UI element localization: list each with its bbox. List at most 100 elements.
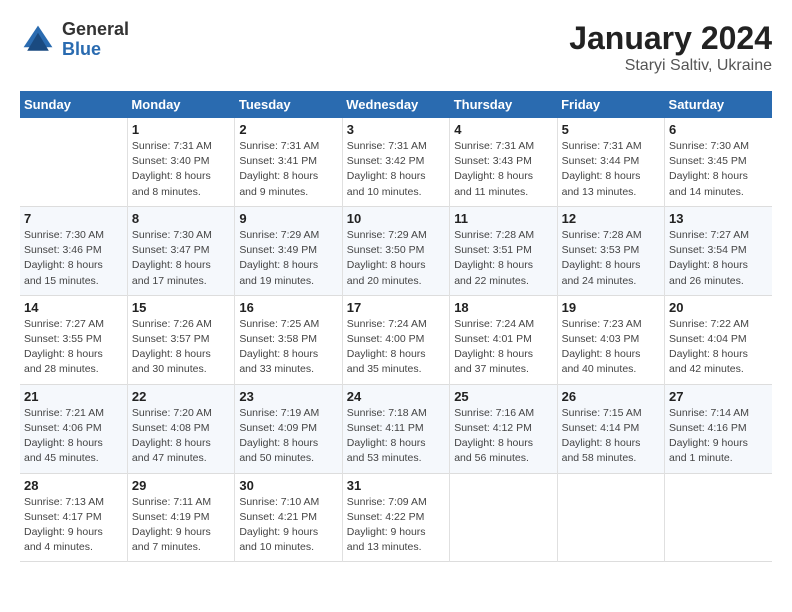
calendar-week-row: 28 Sunrise: 7:13 AM Sunset: 4:17 PM Dayli… [20,473,772,562]
calendar-day-cell: 26 Sunrise: 7:15 AM Sunset: 4:14 PM Dayli… [557,384,664,473]
day-number: 8 [132,211,230,226]
day-number: 5 [562,122,660,137]
day-number: 17 [347,300,445,315]
calendar-day-cell: 18 Sunrise: 7:24 AM Sunset: 4:01 PM Dayli… [450,295,557,384]
day-info: Sunrise: 7:15 AM Sunset: 4:14 PM Dayligh… [562,406,660,467]
day-number: 25 [454,389,552,404]
day-number: 6 [669,122,768,137]
day-info: Sunrise: 7:18 AM Sunset: 4:11 PM Dayligh… [347,406,445,467]
location-subtitle: Staryi Saltiv, Ukraine [569,57,772,75]
day-number: 27 [669,389,768,404]
calendar-day-cell: 15 Sunrise: 7:26 AM Sunset: 3:57 PM Dayli… [127,295,234,384]
calendar-day-cell: 23Sunrise: 7:19 AM Sunset: 4:09 PM Dayli… [235,384,342,473]
day-number: 14 [24,300,123,315]
calendar-day-cell: 4 Sunrise: 7:31 AM Sunset: 3:43 PM Daylig… [450,118,557,206]
day-info: Sunrise: 7:29 AM Sunset: 3:50 PM Dayligh… [347,228,445,289]
day-number: 15 [132,300,230,315]
day-number: 16 [239,300,337,315]
day-number: 28 [24,478,123,493]
day-info: Sunrise: 7:14 AM Sunset: 4:16 PM Dayligh… [669,406,768,467]
day-info: Sunrise: 7:31 AM Sunset: 3:44 PM Dayligh… [562,139,660,200]
day-info: Sunrise: 7:10 AM Sunset: 4:21 PM Dayligh… [239,495,337,556]
day-number: 11 [454,211,552,226]
day-number: 20 [669,300,768,315]
day-info: Sunrise: 7:31 AM Sunset: 3:42 PM Dayligh… [347,139,445,200]
day-info: Sunrise: 7:31 AM Sunset: 3:43 PM Dayligh… [454,139,552,200]
calendar-day-cell: 10 Sunrise: 7:29 AM Sunset: 3:50 PM Dayli… [342,206,449,295]
logo-text: General Blue [62,20,129,60]
logo: General Blue [20,20,129,60]
calendar-week-row: 7 Sunrise: 7:30 AM Sunset: 3:46 PM Daylig… [20,206,772,295]
day-info: Sunrise: 7:26 AM Sunset: 3:57 PM Dayligh… [132,317,230,378]
calendar-day-cell [20,118,127,206]
calendar-day-cell: 25Sunrise: 7:16 AM Sunset: 4:12 PM Dayli… [450,384,557,473]
day-info: Sunrise: 7:27 AM Sunset: 3:55 PM Dayligh… [24,317,123,378]
page-header: General Blue January 2024 Staryi Saltiv,… [20,20,772,75]
calendar-day-cell: 20 Sunrise: 7:22 AM Sunset: 4:04 PM Dayli… [665,295,772,384]
calendar-day-cell [450,473,557,562]
day-info: Sunrise: 7:24 AM Sunset: 4:01 PM Dayligh… [454,317,552,378]
day-info: Sunrise: 7:31 AM Sunset: 3:40 PM Dayligh… [132,139,230,200]
day-number: 12 [562,211,660,226]
calendar-day-cell: 2 Sunrise: 7:31 AM Sunset: 3:41 PM Daylig… [235,118,342,206]
day-number: 19 [562,300,660,315]
day-info: Sunrise: 7:27 AM Sunset: 3:54 PM Dayligh… [669,228,768,289]
day-info: Sunrise: 7:24 AM Sunset: 4:00 PM Dayligh… [347,317,445,378]
calendar-day-cell: 14 Sunrise: 7:27 AM Sunset: 3:55 PM Dayli… [20,295,127,384]
day-number: 13 [669,211,768,226]
calendar-day-cell: 31Sunrise: 7:09 AM Sunset: 4:22 PM Dayli… [342,473,449,562]
calendar-day-cell: 1 Sunrise: 7:31 AM Sunset: 3:40 PM Daylig… [127,118,234,206]
header-monday: Monday [127,91,234,118]
calendar-day-cell: 27 Sunrise: 7:14 AM Sunset: 4:16 PM Dayli… [665,384,772,473]
calendar-day-cell: 3 Sunrise: 7:31 AM Sunset: 3:42 PM Daylig… [342,118,449,206]
header-friday: Friday [557,91,664,118]
day-number: 2 [239,122,337,137]
day-number: 29 [132,478,230,493]
day-info: Sunrise: 7:28 AM Sunset: 3:53 PM Dayligh… [562,228,660,289]
calendar-day-cell: 28 Sunrise: 7:13 AM Sunset: 4:17 PM Dayli… [20,473,127,562]
header-thursday: Thursday [450,91,557,118]
day-info: Sunrise: 7:28 AM Sunset: 3:51 PM Dayligh… [454,228,552,289]
day-info: Sunrise: 7:22 AM Sunset: 4:04 PM Dayligh… [669,317,768,378]
calendar-day-cell: 19 Sunrise: 7:23 AM Sunset: 4:03 PM Dayli… [557,295,664,384]
day-info: Sunrise: 7:19 AM Sunset: 4:09 PM Dayligh… [239,406,337,467]
calendar-day-cell: 24Sunrise: 7:18 AM Sunset: 4:11 PM Dayli… [342,384,449,473]
calendar-day-cell: 17 Sunrise: 7:24 AM Sunset: 4:00 PM Dayli… [342,295,449,384]
header-saturday: Saturday [665,91,772,118]
calendar-week-row: 21Sunrise: 7:21 AM Sunset: 4:06 PM Dayli… [20,384,772,473]
day-info: Sunrise: 7:29 AM Sunset: 3:49 PM Dayligh… [239,228,337,289]
day-number: 26 [562,389,660,404]
day-number: 18 [454,300,552,315]
calendar-day-cell: 9 Sunrise: 7:29 AM Sunset: 3:49 PM Daylig… [235,206,342,295]
day-info: Sunrise: 7:30 AM Sunset: 3:46 PM Dayligh… [24,228,123,289]
calendar-day-cell: 11 Sunrise: 7:28 AM Sunset: 3:51 PM Dayli… [450,206,557,295]
calendar-day-cell: 30 Sunrise: 7:10 AM Sunset: 4:21 PM Dayli… [235,473,342,562]
day-info: Sunrise: 7:13 AM Sunset: 4:17 PM Dayligh… [24,495,123,556]
day-number: 4 [454,122,552,137]
day-number: 9 [239,211,337,226]
header-tuesday: Tuesday [235,91,342,118]
day-number: 7 [24,211,123,226]
day-number: 31 [347,478,445,493]
day-number: 30 [239,478,337,493]
calendar-day-cell: 16 Sunrise: 7:25 AM Sunset: 3:58 PM Dayli… [235,295,342,384]
calendar-day-cell [557,473,664,562]
header-sunday: Sunday [20,91,127,118]
calendar-day-cell: 5 Sunrise: 7:31 AM Sunset: 3:44 PM Daylig… [557,118,664,206]
day-info: Sunrise: 7:23 AM Sunset: 4:03 PM Dayligh… [562,317,660,378]
calendar-day-cell: 13 Sunrise: 7:27 AM Sunset: 3:54 PM Dayli… [665,206,772,295]
day-info: Sunrise: 7:11 AM Sunset: 4:19 PM Dayligh… [132,495,230,556]
day-info: Sunrise: 7:25 AM Sunset: 3:58 PM Dayligh… [239,317,337,378]
day-info: Sunrise: 7:31 AM Sunset: 3:41 PM Dayligh… [239,139,337,200]
day-number: 3 [347,122,445,137]
calendar-day-cell [665,473,772,562]
day-number: 10 [347,211,445,226]
day-info: Sunrise: 7:30 AM Sunset: 3:47 PM Dayligh… [132,228,230,289]
day-number: 1 [132,122,230,137]
day-info: Sunrise: 7:20 AM Sunset: 4:08 PM Dayligh… [132,406,230,467]
calendar-table: Sunday Monday Tuesday Wednesday Thursday… [20,91,772,562]
calendar-day-cell: 8 Sunrise: 7:30 AM Sunset: 3:47 PM Daylig… [127,206,234,295]
calendar-day-cell: 21Sunrise: 7:21 AM Sunset: 4:06 PM Dayli… [20,384,127,473]
logo-general: General [62,19,129,39]
calendar-day-cell: 7 Sunrise: 7:30 AM Sunset: 3:46 PM Daylig… [20,206,127,295]
